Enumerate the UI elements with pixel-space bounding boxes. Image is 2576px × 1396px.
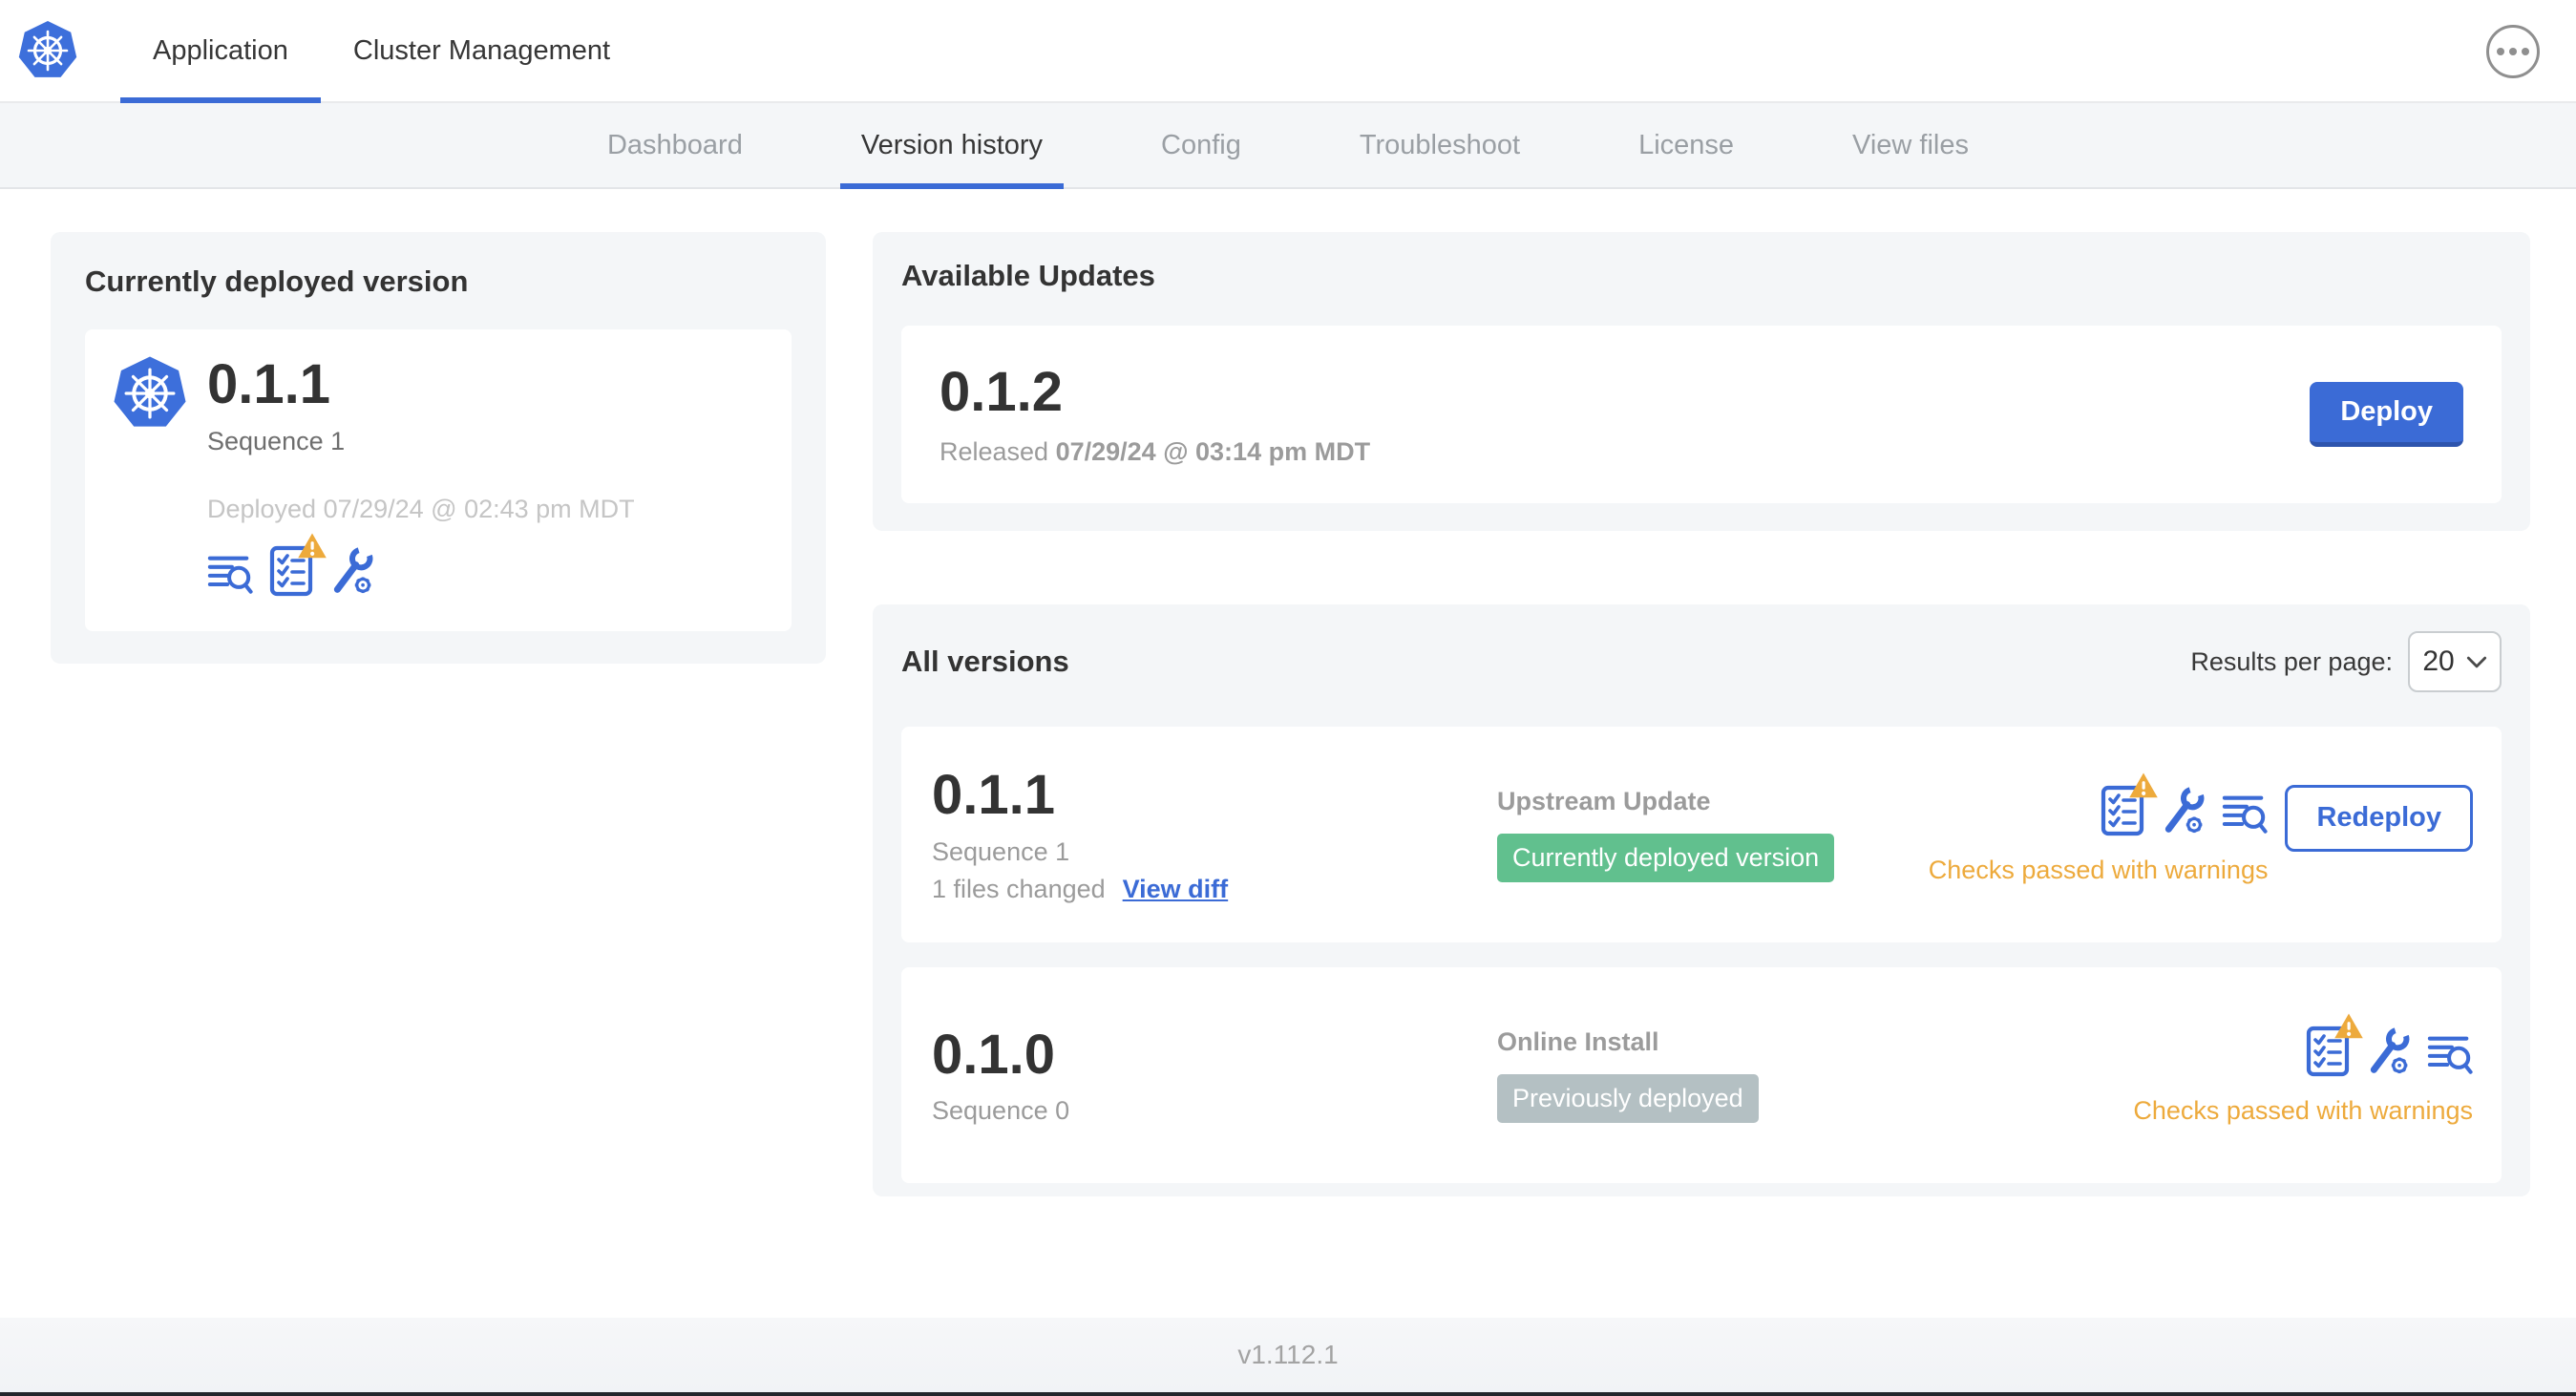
warning-triangle-icon bbox=[2128, 772, 2159, 800]
version-row: 0.1.0 Sequence 0 Online Install Previous… bbox=[901, 967, 2502, 1183]
preflight-checks-warning-icon[interactable] bbox=[2305, 1026, 2351, 1077]
deployed-version-card: 0.1.1 Sequence 1 Deployed 07/29/24 @ 02:… bbox=[85, 329, 792, 631]
edit-config-icon[interactable] bbox=[2161, 785, 2206, 836]
tab-version-history[interactable]: Version history bbox=[839, 103, 1065, 189]
all-versions-panel: All versions Results per page: 20 0.1.1 … bbox=[873, 604, 2530, 1196]
warning-triangle-icon bbox=[297, 532, 327, 561]
results-per-page-label: Results per page: bbox=[2190, 646, 2393, 676]
warning-triangle-icon bbox=[2333, 1012, 2364, 1041]
available-updates-panel: Available Updates 0.1.2 Released 07/29/2… bbox=[873, 232, 2530, 531]
tab-license[interactable]: License bbox=[1617, 103, 1755, 187]
kubernetes-app-icon bbox=[112, 354, 188, 606]
top-bar: Application Cluster Management bbox=[0, 0, 2576, 103]
redeploy-button[interactable]: Redeploy bbox=[2285, 784, 2473, 852]
view-diff-link[interactable]: View diff bbox=[1123, 875, 1229, 904]
main-content: Currently deployed version 0.1.1 Sequenc… bbox=[0, 189, 2576, 1318]
version-source-label: Upstream Update bbox=[1497, 787, 1711, 815]
deployed-version-number: 0.1.1 bbox=[207, 353, 330, 415]
app-tabs: Application Cluster Management bbox=[120, 0, 643, 103]
edit-config-icon[interactable] bbox=[329, 545, 375, 597]
update-released-timestamp: Released 07/29/24 @ 03:14 pm MDT bbox=[940, 437, 1371, 467]
tab-cluster-management[interactable]: Cluster Management bbox=[321, 0, 643, 101]
row-version-number: 0.1.1 bbox=[932, 764, 1055, 827]
checks-status-text[interactable]: Checks passed with warnings bbox=[2133, 1096, 2473, 1126]
deploy-button[interactable]: Deploy bbox=[2310, 382, 2463, 447]
update-version-number: 0.1.2 bbox=[940, 360, 1063, 423]
panel-title: Currently deployed version bbox=[85, 264, 469, 298]
footer: v1.112.1 bbox=[0, 1318, 2576, 1392]
status-badge: Currently deployed version bbox=[1497, 834, 1835, 882]
currently-deployed-panel: Currently deployed version 0.1.1 Sequenc… bbox=[51, 232, 826, 664]
preflight-checks-warning-icon[interactable] bbox=[268, 545, 314, 597]
results-per-page-select[interactable]: 20 bbox=[2408, 631, 2502, 692]
window-bottom-edge bbox=[0, 1392, 2576, 1396]
ellipsis-icon bbox=[2497, 48, 2504, 55]
admin-console-page: Application Cluster Management Dashboard… bbox=[0, 0, 2576, 1396]
tab-view-files[interactable]: View files bbox=[1831, 103, 1990, 187]
checks-status-text[interactable]: Checks passed with warnings bbox=[1929, 856, 2269, 885]
tab-dashboard[interactable]: Dashboard bbox=[586, 103, 764, 187]
console-version: v1.112.1 bbox=[1237, 1340, 1339, 1369]
panel-title: All versions bbox=[901, 645, 1069, 678]
status-badge: Previously deployed bbox=[1497, 1074, 1759, 1123]
tab-application[interactable]: Application bbox=[120, 0, 321, 103]
diff-icon[interactable] bbox=[207, 551, 253, 597]
deployed-sequence: Sequence 1 bbox=[207, 426, 346, 455]
row-version-number: 0.1.0 bbox=[932, 1023, 1055, 1086]
tab-troubleshoot[interactable]: Troubleshoot bbox=[1339, 103, 1541, 187]
row-sequence: Sequence 1 bbox=[932, 836, 1070, 866]
section-nav: Dashboard Version history Config Trouble… bbox=[0, 103, 2576, 189]
preflight-checks-warning-icon[interactable] bbox=[2100, 785, 2145, 836]
diff-icon[interactable] bbox=[2427, 1031, 2473, 1077]
deployed-timestamp: Deployed 07/29/24 @ 02:43 pm MDT bbox=[207, 494, 635, 523]
edit-config-icon[interactable] bbox=[2366, 1026, 2412, 1077]
chevron-down-icon bbox=[2466, 656, 2487, 668]
files-changed-label: 1 files changed bbox=[932, 874, 1106, 903]
panel-title: Available Updates bbox=[901, 259, 1155, 292]
version-source-label: Online Install bbox=[1497, 1027, 1659, 1056]
diff-icon[interactable] bbox=[2222, 791, 2268, 836]
update-card: 0.1.2 Released 07/29/24 @ 03:14 pm MDT D… bbox=[901, 326, 2502, 503]
kubernetes-logo-icon bbox=[17, 19, 78, 82]
tab-config[interactable]: Config bbox=[1140, 103, 1262, 187]
version-row: 0.1.1 Sequence 1 1 files changed View di… bbox=[901, 727, 2502, 942]
more-options-button[interactable] bbox=[2486, 25, 2540, 78]
row-sequence: Sequence 0 bbox=[932, 1096, 1070, 1126]
